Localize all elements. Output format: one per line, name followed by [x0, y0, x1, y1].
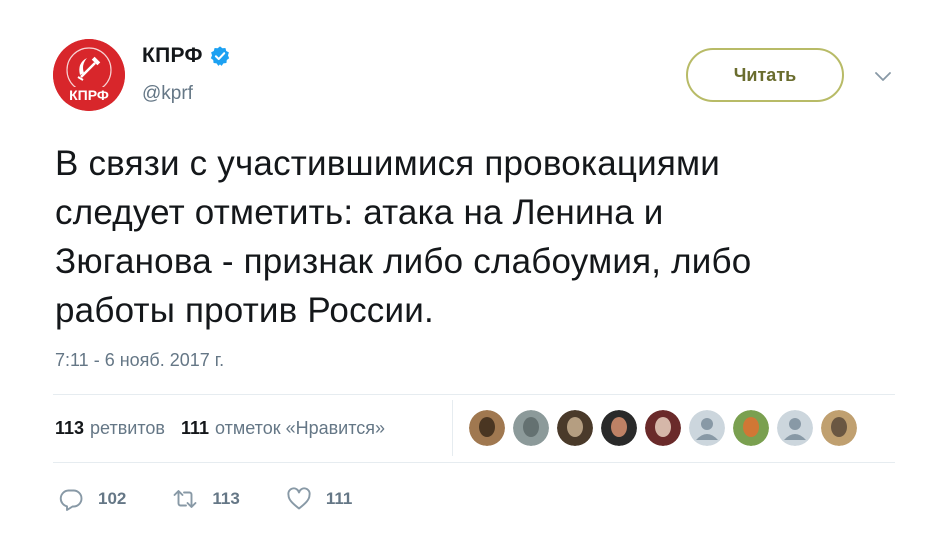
- like-action[interactable]: 111: [286, 486, 353, 512]
- chevron-down-icon[interactable]: [872, 66, 894, 88]
- follow-button[interactable]: Читать: [686, 48, 844, 102]
- tweet-text-line: В связи с участившимися провокациями: [55, 144, 721, 183]
- author-handle[interactable]: @kprf: [142, 83, 193, 105]
- divider: [53, 394, 895, 395]
- stats-divider: [452, 400, 453, 456]
- liker-avatar[interactable]: [469, 410, 505, 446]
- retweets-label: ретвитов: [90, 418, 165, 438]
- liker-avatar[interactable]: [601, 410, 637, 446]
- author-display-name[interactable]: КПРФ: [142, 44, 203, 68]
- tweet-text-line: следует отметить: атака на Ленина и: [55, 193, 664, 232]
- verified-badge-icon: [210, 46, 229, 66]
- retweet-action[interactable]: 113: [172, 486, 240, 512]
- retweet-count: 113: [212, 489, 240, 508]
- retweets-stat[interactable]: 113 ретвитов: [55, 418, 165, 439]
- like-count: 111: [325, 489, 353, 508]
- liker-avatar[interactable]: [777, 410, 813, 446]
- liker-avatar[interactable]: [733, 410, 769, 446]
- retweets-count: 113: [55, 418, 85, 438]
- tweet-timestamp[interactable]: 7:11 - 6 нояб. 2017 г.: [55, 350, 224, 371]
- likes-label: отметок «Нравится»: [215, 418, 386, 438]
- tweet-stats: 113 ретвитов 111 отметок «Нравится»: [55, 418, 385, 439]
- liker-avatar[interactable]: [557, 410, 593, 446]
- author-name-row[interactable]: КПРФ: [142, 44, 231, 68]
- likes-stat[interactable]: 111 отметок «Нравится»: [181, 418, 385, 439]
- liker-avatar[interactable]: [821, 410, 857, 446]
- avatar-logo-text: КПРФ: [69, 87, 109, 103]
- author-avatar[interactable]: КПРФ: [53, 39, 125, 111]
- reply-action[interactable]: 102: [58, 486, 126, 512]
- likes-count: 111: [180, 418, 209, 438]
- divider: [53, 462, 895, 463]
- liker-avatar[interactable]: [689, 410, 725, 446]
- heart-icon[interactable]: [286, 486, 312, 512]
- reply-icon[interactable]: [58, 486, 84, 512]
- liker-avatar[interactable]: [645, 410, 681, 446]
- tweet-text-line: Зюганова - признак либо слабоумия, либо: [55, 242, 752, 281]
- liker-avatar[interactable]: [513, 410, 549, 446]
- reply-count: 102: [98, 489, 127, 508]
- tweet-text: В связи с участившимися провокациями сле…: [55, 139, 915, 335]
- tweet-actions: 102 113 111: [58, 486, 398, 512]
- retweet-icon[interactable]: [172, 486, 198, 512]
- likers-avatar-row: [469, 410, 865, 446]
- tweet-text-line: работы против России.: [55, 291, 434, 330]
